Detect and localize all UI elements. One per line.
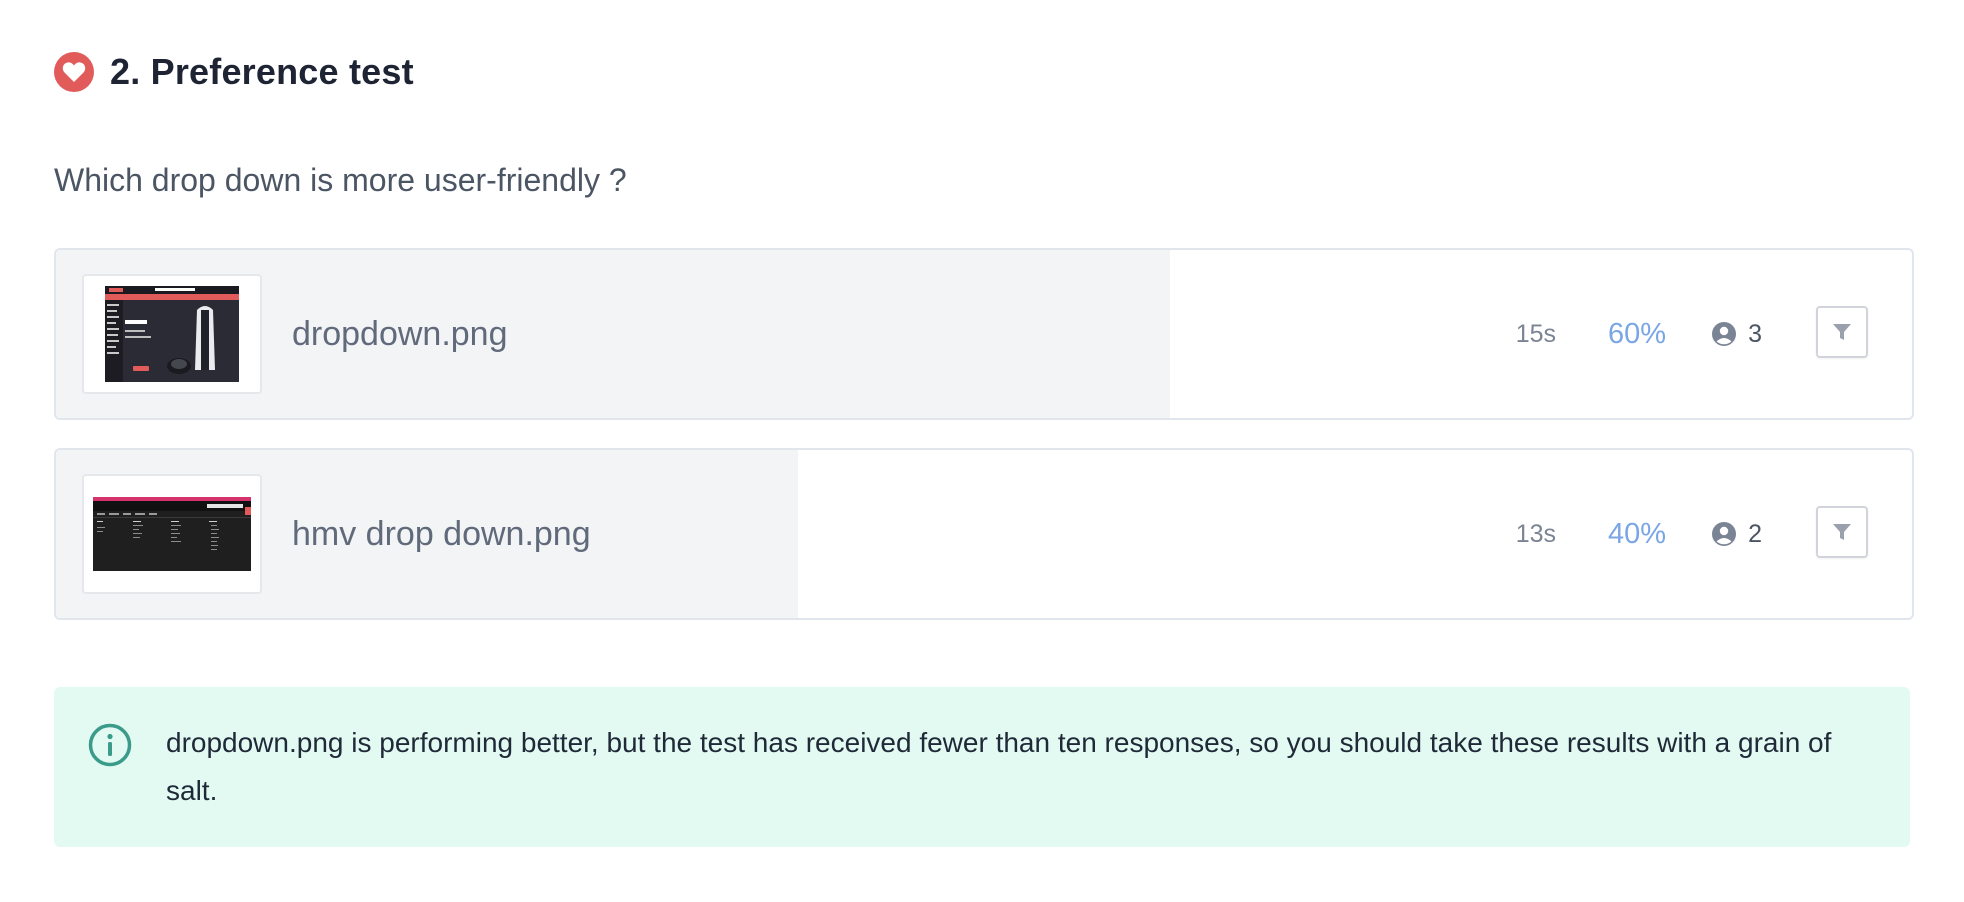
option-row[interactable]: hmv drop down.png 13s 40% 2 bbox=[54, 448, 1914, 620]
dropdown-thumbnail[interactable] bbox=[82, 274, 262, 394]
option-name: hmv drop down.png bbox=[292, 515, 591, 553]
respondent-count: 2 bbox=[1712, 450, 1762, 618]
filter-button[interactable] bbox=[1816, 506, 1868, 558]
respondent-count-value: 3 bbox=[1748, 319, 1762, 348]
average-time: 13s bbox=[1515, 520, 1556, 548]
section-title: 2. Preference test bbox=[110, 51, 414, 92]
preference-percent: 40% bbox=[1607, 518, 1666, 550]
hmv-dropdown-thumbnail-image bbox=[93, 497, 251, 571]
notice-text: dropdown.png is performing better, but t… bbox=[166, 727, 1832, 806]
insight-notice: dropdown.png is performing better, but t… bbox=[54, 687, 1910, 847]
filter-icon bbox=[1833, 524, 1851, 540]
user-circle-icon bbox=[1712, 522, 1737, 546]
dropdown-thumbnail-image bbox=[105, 286, 239, 382]
preference-test-results: 2. Preference test Which drop down is mo… bbox=[0, 0, 1964, 902]
section-header: 2. Preference test bbox=[54, 50, 414, 94]
info-icon bbox=[88, 723, 132, 772]
filter-button[interactable] bbox=[1816, 306, 1868, 358]
question-text: Which drop down is more user-friendly ? bbox=[54, 162, 627, 198]
filter-icon bbox=[1833, 324, 1851, 340]
hmv-dropdown-thumbnail[interactable] bbox=[82, 474, 262, 594]
option-row[interactable]: dropdown.png 15s 60% 3 bbox=[54, 248, 1914, 420]
heart-icon bbox=[54, 52, 94, 92]
user-circle-icon bbox=[1712, 322, 1737, 346]
preference-percent: 60% bbox=[1607, 318, 1666, 350]
respondent-count-value: 2 bbox=[1748, 519, 1762, 548]
respondent-count: 3 bbox=[1712, 250, 1762, 418]
option-name: dropdown.png bbox=[292, 315, 508, 353]
average-time: 15s bbox=[1515, 320, 1556, 348]
